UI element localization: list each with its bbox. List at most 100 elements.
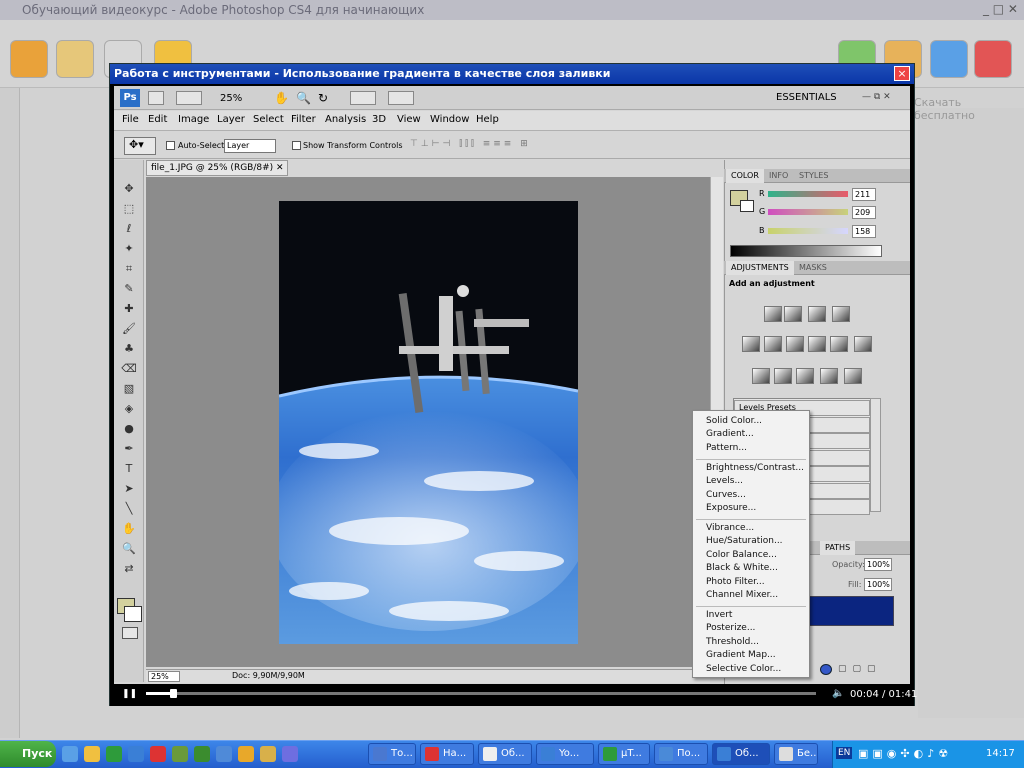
tray-icons[interactable]: ▣▣◉✣◐♪☢ — [858, 747, 952, 760]
info-icon[interactable] — [930, 40, 968, 78]
start-button[interactable]: Пуск — [0, 741, 56, 767]
save-icon[interactable] — [282, 746, 298, 762]
menu-item-help[interactable]: Help — [476, 114, 499, 125]
menu-item-view[interactable]: View — [397, 114, 421, 125]
language-indicator[interactable]: EN — [836, 747, 853, 759]
adjustment-icon[interactable] — [752, 368, 770, 384]
adjustment-icon[interactable] — [830, 336, 848, 352]
background-right-text[interactable]: Скачать бесплатно — [914, 96, 1024, 122]
adjustment-icon[interactable] — [808, 306, 826, 322]
menu-item-3d[interactable]: 3D — [372, 114, 386, 125]
taskbar-button[interactable]: На... — [420, 743, 474, 765]
menu-item-select[interactable]: Select — [253, 114, 284, 125]
tab-info[interactable]: INFO — [764, 169, 793, 183]
menu-item[interactable]: Selective Color... — [706, 664, 781, 674]
tab-styles[interactable]: STYLES — [794, 169, 833, 183]
blue-slider[interactable] — [768, 228, 848, 234]
adjustment-icon[interactable] — [784, 306, 802, 322]
hand-icon[interactable]: ✋ — [274, 91, 289, 105]
crop-tool-icon[interactable]: ⌗ — [120, 262, 138, 277]
taskbar-button[interactable]: Yo... — [536, 743, 594, 765]
zoom-tool-icon[interactable]: 🔍 — [120, 542, 138, 557]
dodge-tool-icon[interactable]: ● — [120, 422, 138, 437]
seek-handle[interactable] — [169, 689, 177, 698]
zoom-icon[interactable]: 🔍 — [296, 91, 311, 105]
marquee-tool-icon[interactable]: ⬚ — [120, 202, 138, 217]
layer-row-selected[interactable] — [808, 596, 894, 626]
arrange-icon[interactable] — [350, 91, 376, 105]
menu-item-image[interactable]: Image — [178, 114, 209, 125]
align-buttons[interactable]: ⊤⊥⊢⊣ ⫿⫿⫿ ≡≡≡ ⊞ — [410, 139, 640, 153]
workspace-select[interactable]: ESSENTIALS — [776, 92, 837, 103]
taskbar-button[interactable]: µT... — [598, 743, 650, 765]
adjustment-icon[interactable] — [854, 336, 872, 352]
bridge-icon[interactable] — [148, 91, 164, 105]
menu-item[interactable]: Posterize... — [706, 623, 755, 633]
move-tool-preset[interactable]: ✥▾ — [124, 137, 156, 155]
menu-item[interactable]: Hue/Saturation... — [706, 536, 783, 546]
tab-masks[interactable]: MASKS — [794, 261, 832, 275]
adjustment-icon[interactable] — [820, 368, 838, 384]
menu-item[interactable]: Photo Filter... — [706, 577, 765, 587]
menu-item[interactable]: Gradient Map... — [706, 650, 776, 660]
quicklaunch-icon[interactable] — [238, 746, 254, 762]
close-icon[interactable]: ✕ — [276, 163, 284, 173]
opera-icon[interactable] — [150, 746, 166, 762]
video-close-button[interactable]: × — [894, 66, 910, 81]
adjustment-icon[interactable] — [742, 336, 760, 352]
adjustment-layer-button[interactable] — [820, 664, 832, 675]
view-extras-icon[interactable] — [176, 91, 202, 105]
quicklaunch-icon[interactable] — [84, 746, 100, 762]
menu-item-analysis[interactable]: Analysis — [325, 114, 366, 125]
quicklaunch-icon[interactable] — [172, 746, 188, 762]
gradient-tool-icon[interactable]: ▧ — [120, 382, 138, 397]
tab-adjustments[interactable]: ADJUSTMENTS — [726, 261, 794, 275]
presets-scrollbar[interactable] — [870, 398, 881, 512]
quicklaunch-icon[interactable] — [62, 746, 78, 762]
menu-item[interactable]: Channel Mixer... — [706, 590, 778, 600]
menu-item[interactable]: Color Balance... — [706, 550, 777, 560]
tab-color[interactable]: COLOR — [726, 169, 764, 183]
menu-item[interactable]: Invert — [706, 610, 732, 620]
blue-value[interactable]: 158 — [852, 225, 876, 238]
line-tool-icon[interactable]: ╲ — [120, 502, 138, 517]
globe-icon[interactable] — [128, 746, 144, 762]
menu-item[interactable]: Levels... — [706, 476, 743, 486]
menu-item[interactable]: Black & White... — [706, 563, 778, 573]
hand-tool-icon[interactable]: ✋ — [120, 522, 138, 537]
close-icon[interactable] — [974, 40, 1012, 78]
brush-tool-icon[interactable]: 🖌 — [120, 322, 138, 337]
eraser-tool-icon[interactable]: ⌫ — [120, 362, 138, 377]
red-value[interactable]: 211 — [852, 188, 876, 201]
rotate-icon[interactable]: ↻ — [318, 91, 328, 105]
layer-select[interactable]: Layer — [224, 139, 276, 153]
quick-mask-icon[interactable] — [122, 627, 138, 639]
swap-colors-tool-icon[interactable]: ⇄ — [120, 562, 138, 577]
quicklaunch-icon[interactable] — [106, 746, 122, 762]
menu-item-layer[interactable]: Layer — [217, 114, 245, 125]
adjustment-icon[interactable] — [796, 368, 814, 384]
path-select-tool-icon[interactable]: ➤ — [120, 482, 138, 497]
green-value[interactable]: 209 — [852, 206, 876, 219]
pause-button[interactable]: ❚❚ — [122, 689, 137, 699]
healing-tool-icon[interactable]: ✚ — [120, 302, 138, 317]
pencil-icon[interactable] — [56, 40, 94, 78]
adjustment-icon[interactable] — [786, 336, 804, 352]
menu-item-edit[interactable]: Edit — [148, 114, 167, 125]
move-tool-icon[interactable]: ✥ — [120, 182, 138, 197]
lasso-tool-icon[interactable]: ℓ — [120, 222, 138, 237]
status-zoom[interactable]: 25% — [148, 671, 180, 682]
adjustment-icon[interactable] — [764, 336, 782, 352]
pen-tool-icon[interactable]: ✒ — [120, 442, 138, 457]
color-panel-bg-swatch[interactable] — [740, 200, 754, 212]
quicklaunch-icon[interactable] — [216, 746, 232, 762]
adjustment-icon[interactable] — [764, 306, 782, 322]
auto-select-checkbox[interactable] — [166, 141, 175, 150]
menu-item[interactable]: Pattern... — [706, 443, 747, 453]
window-buttons[interactable]: — ⧉ ✕ — [862, 92, 891, 102]
eyedropper-tool-icon[interactable]: ✎ — [120, 282, 138, 297]
taskbar-button[interactable]: Об... — [478, 743, 532, 765]
window-controls[interactable]: _ □ ✕ — [983, 2, 1018, 16]
menu-item[interactable]: Gradient... — [706, 429, 754, 439]
layer-panel-buttons[interactable]: ▢▢▢ — [838, 664, 882, 674]
